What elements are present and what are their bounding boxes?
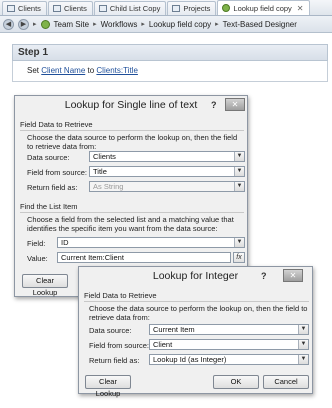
data-source-label: Data source: (27, 153, 70, 162)
chevron-down-icon: ▼ (234, 152, 244, 161)
value-input[interactable]: Current Item:Client (57, 252, 231, 263)
close-button[interactable]: ✕ (225, 98, 245, 111)
tab-label: Clients (63, 4, 87, 13)
field-value: ID (61, 238, 69, 247)
formula-icon[interactable]: fx (233, 252, 245, 263)
ok-button[interactable]: OK (213, 375, 259, 389)
field-from-source-label: Field from source: (89, 341, 150, 350)
description: Choose a field from the selected list an… (27, 215, 234, 233)
separator-icon: ▸ (93, 21, 97, 28)
section-field-data: Field Data to Retrieve (20, 120, 93, 129)
back-button[interactable]: ◀ (3, 18, 14, 30)
description: Choose the data source to perform the lo… (89, 304, 308, 322)
separator-icon: ▸ (141, 21, 145, 28)
workflow-designer: Step 1 Set Client Name to Clients:Title (0, 33, 332, 95)
field-link[interactable]: Client Name (41, 66, 85, 75)
step-title: Step 1 (12, 44, 328, 61)
return-field-as-value: As String (93, 182, 124, 191)
section-field-data: Field Data to Retrieve (84, 291, 157, 300)
data-source-value: Clients (93, 152, 116, 161)
divider (84, 301, 309, 302)
chevron-down-icon: ▼ (234, 182, 244, 191)
breadcrumb: ◀ ▶ ▸ Team Site ▸ Workflows ▸ Lookup fie… (0, 16, 332, 33)
tab-label: Projects (183, 4, 211, 13)
tab-label: Lookup field copy (233, 3, 292, 13)
breadcrumb-lookup-field-copy[interactable]: Lookup field copy (149, 20, 211, 29)
return-field-as-label: Return field as: (27, 183, 78, 192)
help-icon[interactable]: ? (261, 270, 267, 282)
divider (20, 130, 244, 131)
clear-lookup-button[interactable]: Clear Lookup (22, 274, 68, 297)
field-label: Field: (27, 239, 46, 248)
return-field-as-select: As String ▼ (89, 181, 245, 192)
tab-strip: Clients Clients Child List Copy Projects… (0, 0, 332, 16)
clear-lookup-button[interactable]: Clear Lookup (85, 375, 131, 398)
workflow-icon (222, 4, 231, 12)
separator-icon: ▸ (33, 21, 37, 28)
dialog-title: Lookup for Single line of text (64, 99, 198, 111)
field-from-source-value: Title (93, 167, 107, 176)
dialog-title: Lookup for Integer (152, 270, 239, 282)
breadcrumb-text-based-designer[interactable]: Text-Based Designer (223, 20, 297, 29)
list-icon (7, 5, 15, 12)
close-button[interactable]: ✕ (283, 269, 303, 282)
list-icon (172, 5, 181, 12)
data-source-label: Data source: (89, 326, 132, 335)
dialog-titlebar: Lookup for Single line of text ? ✕ (15, 96, 247, 115)
tab-label: Clients (18, 4, 41, 13)
return-field-as-select[interactable]: Lookup Id (as Integer) ▼ (149, 354, 309, 365)
help-icon[interactable]: ? (211, 99, 217, 111)
value-link[interactable]: Clients:Title (96, 66, 138, 75)
data-source-select[interactable]: Clients ▼ (89, 151, 245, 162)
description: Choose the data source to perform the lo… (27, 133, 238, 151)
tab-lookup-field-copy[interactable]: Lookup field copy ✕ (217, 0, 310, 15)
breadcrumb-workflows[interactable]: Workflows (101, 20, 138, 29)
action-prefix: Set (27, 66, 40, 75)
forward-button[interactable]: ▶ (18, 18, 29, 30)
close-tab-icon[interactable]: ✕ (297, 4, 304, 13)
data-source-select[interactable]: Current Item ▼ (149, 324, 309, 335)
chevron-down-icon: ▼ (234, 238, 244, 247)
breadcrumb-team-site[interactable]: Team Site (54, 20, 90, 29)
tab-child-list-copy[interactable]: Child List Copy (93, 1, 167, 15)
field-from-source-value: Client (153, 340, 173, 349)
return-field-as-label: Return field as: (89, 356, 140, 365)
tab-clients-1[interactable]: Clients (2, 1, 47, 15)
field-from-source-select[interactable]: Title ▼ (89, 166, 245, 177)
step-action: Set Client Name to Clients:Title (12, 61, 328, 82)
site-icon (40, 19, 50, 29)
chevron-down-icon: ▼ (298, 355, 308, 364)
dialog-titlebar: Lookup for Integer ? ✕ (79, 267, 312, 286)
chevron-down-icon: ▼ (234, 167, 244, 176)
section-find-list-item: Find the List Item (20, 202, 78, 211)
chevron-down-icon: ▼ (298, 325, 308, 334)
field-from-source-label: Field from source: (27, 168, 88, 177)
tab-projects[interactable]: Projects (167, 1, 217, 15)
field-select[interactable]: ID ▼ (57, 237, 245, 248)
data-source-value: Current Item (153, 325, 195, 334)
chevron-down-icon: ▼ (298, 340, 308, 349)
value-label: Value: (27, 254, 48, 263)
cancel-button[interactable]: Cancel (263, 375, 309, 389)
tab-clients-2[interactable]: Clients (47, 1, 93, 15)
divider (20, 212, 244, 213)
tab-label: Child List Copy (109, 4, 161, 13)
separator-icon: ▸ (215, 21, 219, 28)
return-field-as-value: Lookup Id (as Integer) (153, 355, 227, 364)
list-icon (98, 5, 107, 12)
field-from-source-select[interactable]: Client ▼ (149, 339, 309, 350)
lookup-integer-dialog: Lookup for Integer ? ✕ Field Data to Ret… (78, 266, 313, 398)
action-middle: to (87, 66, 95, 75)
list-icon (52, 5, 61, 12)
